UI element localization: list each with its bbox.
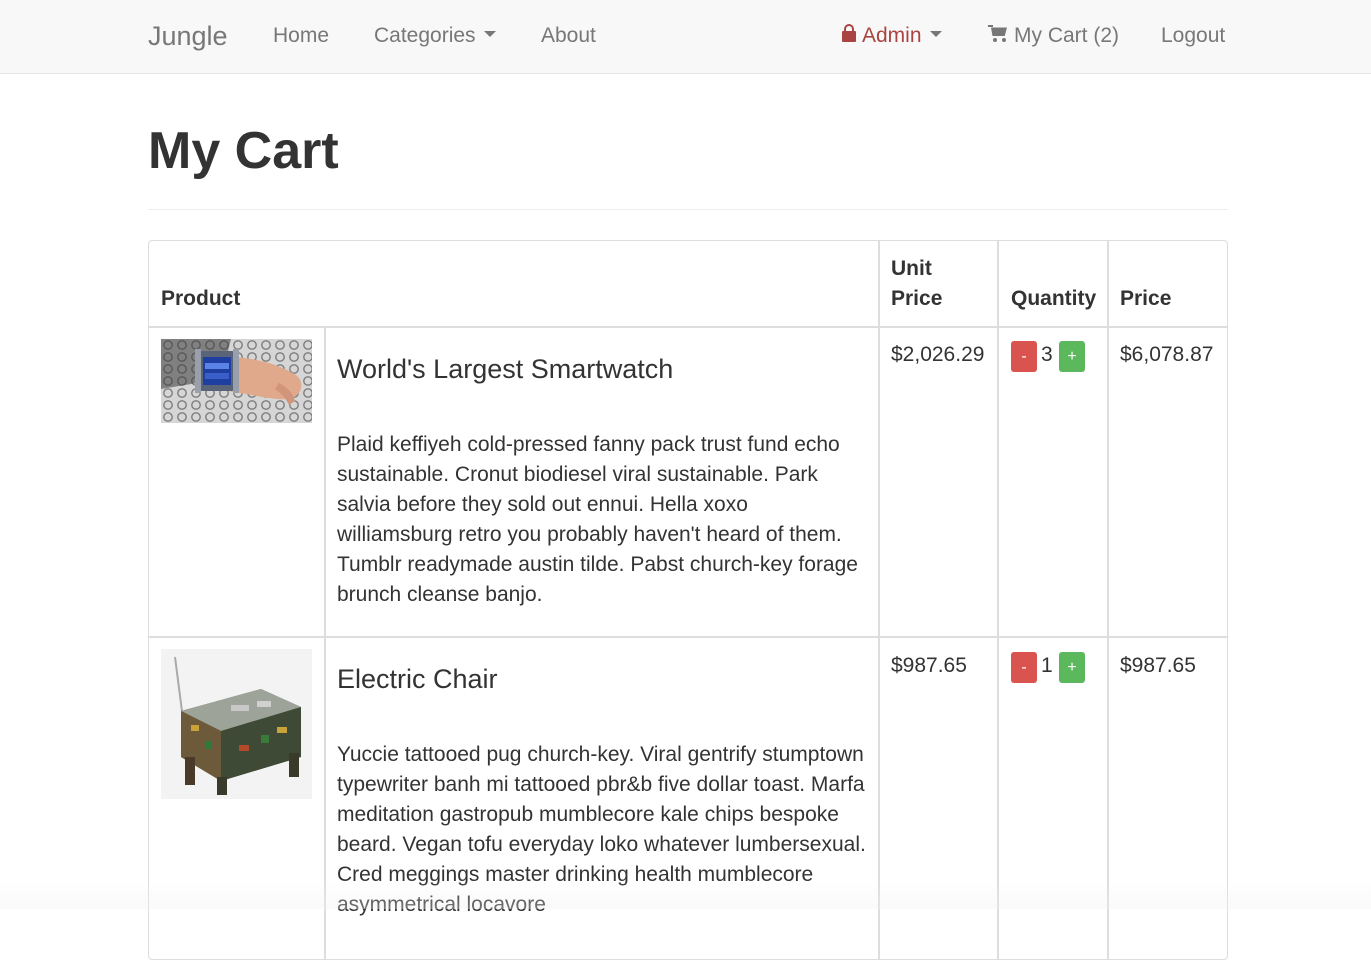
nav-categories-dropdown[interactable]: Categories	[374, 22, 496, 50]
product-name[interactable]: World's Largest Smartwatch	[337, 352, 673, 386]
row-divider	[149, 636, 1227, 638]
header-product: Product	[161, 287, 241, 310]
header-row-divider	[149, 326, 1227, 328]
increase-quantity-button[interactable]: +	[1059, 341, 1085, 372]
nav-cart-link[interactable]: My Cart (2)	[988, 22, 1119, 50]
brand-link[interactable]: Jungle	[148, 19, 228, 53]
smartwatch-image	[161, 339, 312, 423]
nav-cart-label: My Cart (2)	[1014, 24, 1119, 47]
header-price: Price	[1120, 287, 1172, 310]
column-divider	[324, 327, 326, 959]
column-divider	[878, 241, 880, 959]
caret-down-icon	[929, 31, 942, 38]
title-divider	[148, 209, 1228, 210]
product-name[interactable]: Electric Chair	[337, 662, 498, 696]
cart-table: Product Unit Price Quantity Price World'…	[148, 240, 1228, 960]
product-description: Plaid keffiyeh cold-pressed fanny pack t…	[337, 433, 858, 606]
unit-price: $2,026.29	[891, 343, 985, 366]
navbar-inner: Jungle Home Categories About Admin My Ca…	[148, 0, 1228, 73]
shopping-cart-icon	[988, 24, 1008, 43]
nav-admin-label: Admin	[862, 24, 922, 47]
unit-price: $987.65	[891, 654, 967, 677]
lock-icon	[842, 24, 856, 43]
header-unit-price-line2: Price	[891, 287, 943, 310]
nav-home-link[interactable]: Home	[273, 22, 329, 50]
nav-admin-dropdown[interactable]: Admin	[842, 22, 942, 50]
nav-logout-link[interactable]: Logout	[1161, 22, 1225, 50]
nav-categories-label: Categories	[374, 24, 476, 47]
page-title: My Cart	[148, 122, 339, 180]
line-total-price: $987.65	[1120, 654, 1196, 677]
electric-chair-image	[161, 649, 312, 799]
quantity-value: 3	[1041, 343, 1053, 366]
product-description: Yuccie tattooed pug church-key. Viral ge…	[337, 743, 866, 916]
product-image-smartwatch	[161, 339, 312, 423]
nav-about-link[interactable]: About	[541, 22, 596, 50]
header-unit-price: Unit Price	[891, 254, 991, 314]
line-total-price: $6,078.87	[1120, 343, 1214, 366]
decrease-quantity-button[interactable]: -	[1011, 341, 1037, 372]
navbar: Jungle Home Categories About Admin My Ca…	[0, 0, 1371, 74]
caret-down-icon	[483, 31, 496, 38]
header-unit-price-line1: Unit	[891, 257, 932, 280]
product-image-electric-chair	[161, 649, 312, 799]
increase-quantity-button[interactable]: +	[1059, 652, 1085, 683]
quantity-value: 1	[1041, 654, 1053, 677]
column-divider	[997, 241, 999, 959]
decrease-quantity-button[interactable]: -	[1011, 652, 1037, 683]
column-divider	[1107, 241, 1109, 959]
header-quantity: Quantity	[1011, 287, 1097, 310]
